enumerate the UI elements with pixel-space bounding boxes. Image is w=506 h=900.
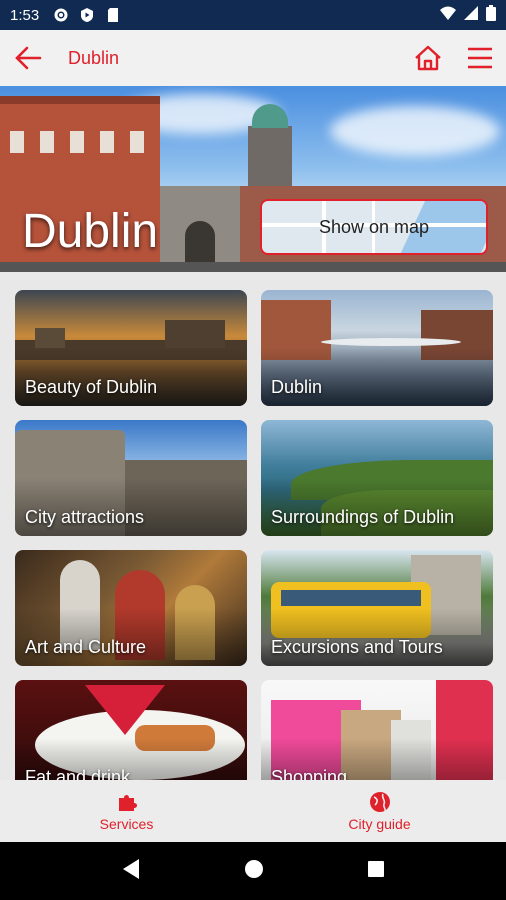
circle-home-icon [244, 859, 263, 878]
nav-city-guide[interactable]: City guide [253, 780, 506, 842]
nav-city-guide-label: City guide [348, 815, 411, 832]
tile-excursions-and-tours[interactable]: Excursions and Tours [261, 550, 493, 666]
tile-label: Surroundings of Dublin [271, 507, 455, 527]
play-protect-icon [79, 7, 95, 23]
system-navigation-bar [0, 842, 506, 900]
tile-label: Shopping [271, 767, 348, 780]
triangle-back-icon [123, 858, 140, 879]
sd-card-icon [105, 7, 121, 23]
show-on-map-button[interactable]: Show on map [260, 199, 488, 255]
menu-icon [468, 47, 492, 69]
tile-art-and-culture[interactable]: Art and Culture [15, 550, 247, 666]
status-bar: 1:53 [0, 0, 506, 30]
arrow-left-icon [15, 46, 42, 70]
battery-icon [486, 4, 496, 26]
tile-surroundings-of-dublin[interactable]: Surroundings of Dublin [261, 420, 493, 536]
tile-beauty-of-dublin[interactable]: Beauty of Dublin [15, 290, 247, 406]
puzzle-icon [118, 794, 137, 811]
square-recents-icon [367, 860, 384, 877]
page-title: Dublin [68, 47, 120, 68]
back-nav-button[interactable] [121, 858, 141, 885]
show-on-map-label: Show on map [318, 216, 430, 237]
menu-button[interactable] [454, 30, 506, 86]
home-nav-button[interactable] [244, 859, 264, 884]
hero-title: Dublin [22, 205, 159, 258]
wifi-icon [440, 6, 456, 25]
signal-icon [464, 5, 478, 25]
tile-dublin[interactable]: Dublin [261, 290, 493, 406]
nav-services[interactable]: Services [0, 780, 253, 842]
nav-services-label: Services [99, 815, 154, 832]
tile-label: Excursions and Tours [271, 637, 443, 657]
back-button[interactable] [0, 30, 56, 86]
category-grid: Beauty of Dublin Dublin City attractions… [0, 272, 506, 780]
home-button[interactable] [402, 30, 454, 86]
tile-city-attractions[interactable]: City attractions [15, 420, 247, 536]
globe-icon [369, 791, 390, 812]
app-bar: Dublin [0, 30, 506, 86]
tile-eat-and-drink[interactable]: Fat and drink [15, 680, 247, 780]
tile-shopping[interactable]: Shopping [261, 680, 493, 780]
bottom-navigation: Services City guide [0, 780, 506, 842]
tile-label: Fat and drink [25, 767, 131, 780]
tile-label: City attractions [25, 507, 145, 527]
tile-label: Beauty of Dublin [25, 377, 158, 397]
home-icon [415, 45, 441, 71]
tile-label: Art and Culture [25, 637, 147, 657]
status-time: 1:53 [10, 6, 40, 24]
settings-icon [53, 7, 69, 23]
recents-nav-button[interactable] [367, 860, 385, 883]
tile-label: Dublin [271, 377, 323, 397]
